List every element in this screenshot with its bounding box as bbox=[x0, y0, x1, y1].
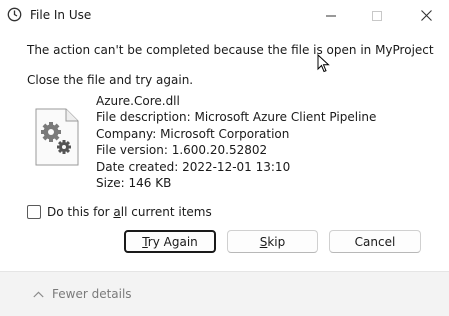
minimize-icon bbox=[326, 11, 336, 21]
fewer-details-toggle[interactable]: Fewer details bbox=[33, 287, 132, 301]
try-again-button[interactable]: Try Again bbox=[124, 230, 216, 253]
file-version: File version: 1.600.20.52802 bbox=[96, 143, 268, 158]
file-details: Azure.Core.dll File description: Microso… bbox=[96, 93, 376, 191]
title-bar: File In Use bbox=[0, 0, 449, 31]
close-button[interactable] bbox=[403, 0, 449, 31]
file-size: Size: 146 KB bbox=[96, 175, 172, 190]
minimize-button[interactable] bbox=[308, 0, 354, 31]
maximize-button[interactable] bbox=[354, 0, 400, 31]
chevron-up-icon bbox=[33, 287, 52, 301]
fewer-details-label: Fewer details bbox=[52, 287, 132, 301]
file-description: File description: Microsoft Azure Client… bbox=[96, 110, 377, 125]
window-title: File In Use bbox=[30, 8, 92, 22]
cancel-button[interactable]: Cancel bbox=[329, 230, 421, 253]
file-date-created: Date created: 2022-12-01 13:10 bbox=[96, 159, 291, 174]
file-company: Company: Microsoft Corporation bbox=[96, 126, 290, 141]
cancel-label: Cancel bbox=[354, 234, 396, 249]
close-icon bbox=[420, 10, 432, 21]
footer-bar: Fewer details bbox=[0, 271, 449, 316]
try-again-label: Try Again bbox=[142, 234, 198, 249]
maximize-icon bbox=[372, 10, 382, 21]
settings-file-icon bbox=[35, 108, 79, 166]
message-line-2: Close the file and try again. bbox=[27, 73, 194, 87]
file-name: Azure.Core.dll bbox=[96, 94, 180, 108]
apply-to-all-checkbox[interactable] bbox=[27, 205, 41, 219]
apply-to-all-row[interactable]: Do this for all current items bbox=[27, 205, 212, 219]
apply-to-all-label[interactable]: Do this for all current items bbox=[47, 205, 212, 219]
mouse-cursor-icon bbox=[317, 53, 331, 77]
skip-label: Skip bbox=[259, 234, 286, 249]
message-line-1: The action can't be completed because th… bbox=[27, 43, 434, 57]
skip-button[interactable]: Skip bbox=[227, 230, 318, 253]
clock-icon bbox=[7, 7, 22, 22]
